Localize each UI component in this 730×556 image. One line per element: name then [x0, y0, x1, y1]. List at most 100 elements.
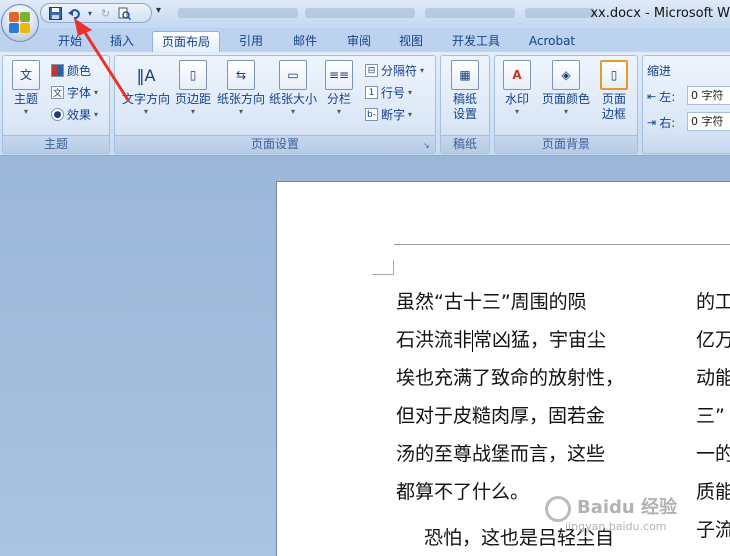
fonts-icon: 文: [51, 86, 64, 99]
title-bar: ▾ ↻ ▾ xx.docx - Microsoft W: [0, 0, 730, 28]
margins-button[interactable]: ▯ 页边距 ▾: [173, 60, 213, 117]
text-fragment: 常凶猛，宇宙尘: [473, 329, 607, 351]
chevron-down-icon[interactable]: ▾: [87, 7, 93, 20]
chevron-down-icon: ▾: [23, 107, 28, 116]
chevron-down-icon: ▾: [420, 65, 425, 75]
save-icon[interactable]: [49, 6, 62, 20]
page-borders-button[interactable]: ▯ 页面 边框: [595, 60, 633, 122]
tab-acrobat[interactable]: Acrobat: [520, 31, 584, 52]
blurred-region: [305, 8, 415, 18]
orientation-label: 纸张方向: [216, 92, 265, 106]
ribbon-tabs: 开始 插入 页面布局 引用 邮件 审阅 视图 开发工具 Acrobat: [0, 28, 730, 52]
text-direction-icon: ‖A: [136, 65, 156, 85]
columns-label: 分栏: [326, 92, 351, 106]
size-button[interactable]: ▭ 纸张大小 ▾: [267, 60, 319, 117]
watermark-icon: A: [503, 60, 531, 90]
chevron-down-icon: ▾: [238, 107, 243, 116]
theme-group: 文 主题 ▾ 颜色 文 字体 ▾ ● 效果 ▾ 主题: [2, 55, 110, 154]
text-line: 虽然“古十三”周围的陨: [396, 291, 587, 313]
themes-button[interactable]: 文 主题 ▾: [7, 60, 45, 117]
indent-left-icon: ⇤: [647, 90, 657, 103]
indent-right-row: ⇥ 右:: [647, 114, 675, 131]
indent-label: 缩进: [647, 64, 672, 78]
hyphenation-label: 断字: [381, 108, 406, 122]
paint-bucket-icon: ◈: [552, 60, 580, 90]
line-numbers-button[interactable]: 1 行号 ▾: [365, 84, 412, 101]
theme-effects-button[interactable]: ● 效果 ▾: [51, 106, 98, 123]
tab-mailings[interactable]: 邮件: [282, 31, 328, 52]
group-label: 页面背景: [495, 135, 637, 153]
text-line: 三”: [696, 405, 725, 427]
themes-label: 主题: [13, 92, 38, 106]
indent-left-label: 左:: [659, 90, 676, 104]
page-borders-icon: ▯: [600, 60, 628, 90]
tab-developer[interactable]: 开发工具: [442, 31, 510, 52]
margins-icon: ▯: [179, 60, 207, 90]
customize-qat-button[interactable]: ▾: [156, 5, 161, 16]
margins-label: 页边距: [174, 92, 211, 106]
page-size-icon: ▭: [279, 60, 307, 90]
theme-fonts-label: 字体: [67, 86, 92, 100]
text-line: 汤的至尊战堡而言，这些: [396, 443, 606, 465]
theme-fonts-button[interactable]: 文 字体 ▾: [51, 84, 98, 101]
tab-review[interactable]: 审阅: [336, 31, 382, 52]
orientation-button[interactable]: ⇆ 纸张方向 ▾: [215, 60, 267, 117]
baidu-watermark: Baidu 经验 jingyan.baidu.com: [545, 490, 730, 540]
tab-page-layout[interactable]: 页面布局: [152, 31, 220, 52]
quick-access-toolbar: ▾ ↻: [40, 3, 152, 23]
dialog-launcher-icon[interactable]: ↘: [423, 141, 432, 150]
indent-left-field[interactable]: 0 字符: [687, 86, 730, 105]
columns-button[interactable]: ≡≡ 分栏 ▾: [321, 60, 357, 117]
chevron-down-icon: ▾: [94, 87, 99, 97]
hyphenation-button[interactable]: b- 断字 ▾: [365, 106, 412, 123]
columns-icon: ≡≡: [325, 60, 353, 90]
breaks-button[interactable]: ⊟ 分隔符 ▾: [365, 62, 424, 79]
text-direction-button[interactable]: ‖A 文字方向 ▾: [119, 60, 173, 117]
tab-references[interactable]: 引用: [228, 31, 274, 52]
manuscript-settings-button[interactable]: ▦ 稿纸 设置: [445, 60, 485, 122]
undo-icon[interactable]: [68, 7, 81, 20]
header-line: [394, 244, 730, 245]
page-borders-label: 页面: [601, 92, 626, 106]
text-line: 的工: [696, 291, 730, 313]
breaks-icon: ⊟: [365, 64, 378, 77]
theme-effects-label: 效果: [67, 108, 92, 122]
indent-right-icon: ⇥: [647, 116, 657, 129]
ribbon: 文 主题 ▾ 颜色 文 字体 ▾ ● 效果 ▾ 主题 ‖A 文字方向 ▾ ▯ 页…: [0, 52, 730, 156]
chevron-down-icon: ▾: [336, 107, 341, 116]
size-label: 纸张大小: [268, 92, 317, 106]
theme-colors-button[interactable]: 颜色: [51, 62, 91, 79]
blurred-region: [178, 8, 298, 18]
indent-right-field[interactable]: 0 字符: [687, 112, 730, 131]
watermark-label: 水印: [504, 92, 529, 106]
chevron-down-icon: ▾: [143, 107, 148, 116]
redo-icon[interactable]: ↻: [99, 7, 112, 20]
effects-icon: ●: [51, 108, 64, 121]
page-borders-label: 边框: [601, 107, 626, 121]
text-line: 亿万: [696, 329, 730, 351]
theme-colors-label: 颜色: [67, 64, 92, 78]
watermark-button[interactable]: A 水印 ▾: [499, 60, 535, 117]
page-color-button[interactable]: ◈ 页面颜色 ▾: [537, 60, 595, 117]
text-fragment: 石洪流非: [396, 329, 473, 351]
chevron-down-icon: ▾: [290, 107, 295, 116]
group-label: 主题: [3, 135, 109, 153]
group-label: 页面设置: [115, 135, 435, 153]
manuscript-settings-label: 设置: [452, 107, 477, 121]
line-numbers-icon: 1: [365, 86, 378, 99]
chevron-down-icon: ▾: [563, 107, 568, 116]
breaks-label: 分隔符: [381, 64, 418, 78]
office-logo-icon: [9, 12, 31, 34]
colors-icon: [51, 64, 64, 77]
margin-corner-mark: [372, 260, 394, 275]
text-line: 动能: [696, 367, 730, 389]
office-button[interactable]: [1, 4, 39, 42]
tab-insert[interactable]: 插入: [100, 31, 144, 52]
themes-icon: 文: [12, 60, 40, 90]
page-background-group: A 水印 ▾ ◈ 页面颜色 ▾ ▯ 页面 边框 页面背景: [494, 55, 638, 154]
print-preview-icon[interactable]: [118, 7, 131, 20]
tab-view[interactable]: 视图: [388, 31, 434, 52]
watermark-url: jingyan.baidu.com: [565, 520, 667, 533]
tab-home[interactable]: 开始: [48, 31, 92, 52]
watermark-text: Baidu 经验: [577, 497, 678, 518]
